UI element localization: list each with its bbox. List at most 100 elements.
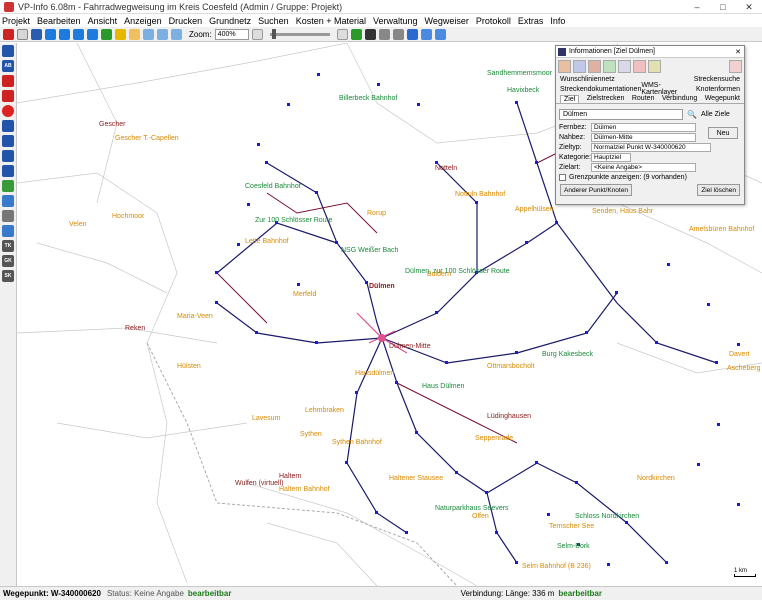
tool-ab[interactable]: AB xyxy=(2,60,14,72)
zoom-dropdown-icon[interactable] xyxy=(251,28,263,40)
place-reken: Reken xyxy=(125,325,146,332)
tab-wegepunkt[interactable]: Wegepunkt xyxy=(705,95,740,102)
route-icon[interactable] xyxy=(603,59,616,73)
document-icon[interactable] xyxy=(2,195,14,207)
minimize-button[interactable]: – xyxy=(684,0,710,14)
zielart-select[interactable]: <Keine Angabe> xyxy=(591,163,696,172)
expand-icon[interactable] xyxy=(729,59,742,73)
table-icon[interactable] xyxy=(2,225,14,237)
waypoint-icon[interactable] xyxy=(2,75,14,87)
tab-zielstrecken[interactable]: Zielstrecken xyxy=(587,95,625,102)
arrow-down-icon[interactable] xyxy=(45,28,56,40)
place-coesfeld-bahnhof: Coesfeld Bahnhof xyxy=(245,183,301,190)
menu-info[interactable]: Info xyxy=(550,16,565,26)
edit-icon[interactable] xyxy=(378,28,390,40)
place-duelmen-route: Dülmen, zur 100 Schlösser Route xyxy=(405,268,510,275)
maximize-button[interactable]: □ xyxy=(710,0,736,14)
menu-extras[interactable]: Extras xyxy=(518,16,544,26)
ziel-search-input[interactable]: Dülmen xyxy=(559,108,684,120)
ziel-icon[interactable] xyxy=(588,59,601,73)
grid-icon[interactable] xyxy=(618,59,631,73)
menu-grundnetz[interactable]: Grundnetz xyxy=(209,16,251,26)
plus-icon[interactable] xyxy=(350,28,362,40)
tool-gk[interactable]: GK xyxy=(2,255,14,267)
zoom-in-icon[interactable] xyxy=(143,28,154,40)
print-icon[interactable] xyxy=(406,28,418,40)
refresh-icon[interactable] xyxy=(101,28,112,40)
menu-suchen[interactable]: Suchen xyxy=(258,16,289,26)
tab-wunschliniennetz[interactable]: Wunschliniennetz xyxy=(560,76,615,83)
place-duelmen: Dülmen xyxy=(369,283,395,290)
arrow-up-icon[interactable] xyxy=(87,28,98,40)
node-icon[interactable] xyxy=(2,120,14,132)
target-icon[interactable] xyxy=(2,90,14,102)
menu-ansicht[interactable]: Ansicht xyxy=(88,16,118,26)
node-icon[interactable] xyxy=(573,59,586,73)
pin-icon[interactable] xyxy=(558,59,571,73)
fit-icon[interactable] xyxy=(115,28,126,40)
info-icon[interactable] xyxy=(31,28,42,40)
checkbox-box[interactable] xyxy=(559,174,566,181)
layers-icon[interactable] xyxy=(2,210,14,222)
menu-projekt[interactable]: Projekt xyxy=(2,16,30,26)
other-point-button[interactable]: Anderer Punkt/Knoten xyxy=(560,184,632,196)
save-icon[interactable] xyxy=(364,28,376,40)
tab-ziel[interactable]: Ziel xyxy=(560,94,580,103)
layer-icon[interactable] xyxy=(336,28,348,40)
zoom-window-icon[interactable] xyxy=(171,28,182,40)
tab-verbindung[interactable]: Verbindung xyxy=(662,95,697,102)
tab-routen[interactable]: Routen xyxy=(632,95,655,102)
hand-pan-icon[interactable] xyxy=(129,28,140,40)
place-seppenrade: Seppenrade xyxy=(475,435,514,442)
grid-icon[interactable] xyxy=(420,28,432,40)
tab-wms-kartenlayer[interactable]: WMS-Kartenlayer xyxy=(641,82,696,96)
link-icon[interactable] xyxy=(2,165,14,177)
delete-ziel-button[interactable]: Ziel löschen xyxy=(697,184,740,196)
zoom-slider[interactable] xyxy=(269,28,330,39)
fernbez-field[interactable]: Dülmen xyxy=(591,123,696,132)
zoom-out-icon[interactable] xyxy=(157,28,168,40)
disk-icon[interactable] xyxy=(2,150,14,162)
route-icon[interactable] xyxy=(2,135,14,147)
menu-kosten-material[interactable]: Kosten + Material xyxy=(296,16,366,26)
search-icon[interactable]: 🔍 xyxy=(687,110,697,119)
menu-protokoll[interactable]: Protokoll xyxy=(476,16,511,26)
nahbez-field[interactable]: Dülmen-Mitte xyxy=(591,133,696,142)
help-icon[interactable] xyxy=(434,28,446,40)
question-icon[interactable] xyxy=(2,105,14,117)
ziel-search: Dülmen 🔍 Alle Ziele xyxy=(559,107,741,121)
close-button[interactable]: ✕ xyxy=(736,0,762,14)
tools-icon[interactable] xyxy=(392,28,404,40)
close-icon[interactable]: ✕ xyxy=(732,48,744,56)
zoom-select[interactable]: 400% xyxy=(214,28,249,40)
menu-wegweiser[interactable]: Wegweiser xyxy=(425,16,469,26)
tab-knotenformen[interactable]: Knotenformen xyxy=(696,86,740,93)
menu-bearbeiten[interactable]: Bearbeiten xyxy=(37,16,81,26)
info-panel-actions: Anderer Punkt/Knoten Ziel löschen xyxy=(560,184,740,196)
zoom-label: Zoom: xyxy=(189,29,212,39)
zieltyp-field[interactable]: Normalziel Punkt W-340000620 xyxy=(591,143,711,152)
place-merfeld: Merfeld xyxy=(293,291,317,298)
cross-icon[interactable] xyxy=(633,59,646,73)
place-lavesum: Lavesum xyxy=(252,415,281,422)
window-icon[interactable] xyxy=(17,28,28,40)
arrow-right-icon[interactable] xyxy=(73,28,84,40)
chart-icon[interactable] xyxy=(2,180,14,192)
kategorie-field[interactable]: Hauptziel xyxy=(591,153,631,162)
place-schloss-nordkirchen: Schloss Nordkirchen xyxy=(575,513,640,520)
ziel-filter-select[interactable]: Alle Ziele xyxy=(701,111,741,118)
menu-verwaltung[interactable]: Verwaltung xyxy=(373,16,418,26)
menu-anzeigen[interactable]: Anzeigen xyxy=(124,16,162,26)
select-icon[interactable] xyxy=(2,45,14,57)
tools-icon[interactable] xyxy=(648,59,661,73)
tab-streckendokumentationen[interactable]: Streckendokumentationen xyxy=(560,86,641,93)
arrow-left-icon[interactable] xyxy=(59,28,70,40)
grenzpunkte-checkbox[interactable]: Grenzpunkte anzeigen: (9 vorhanden) xyxy=(559,174,741,181)
scale-bar: 1 km xyxy=(734,568,756,577)
exit-icon[interactable] xyxy=(3,28,14,40)
tool-tk[interactable]: TK xyxy=(2,240,14,252)
tab-streckensuche[interactable]: Streckensuche xyxy=(694,76,740,83)
new-button[interactable]: Neu xyxy=(708,127,738,139)
menu-drucken[interactable]: Drucken xyxy=(169,16,203,26)
tool-sk[interactable]: SK xyxy=(2,270,14,282)
